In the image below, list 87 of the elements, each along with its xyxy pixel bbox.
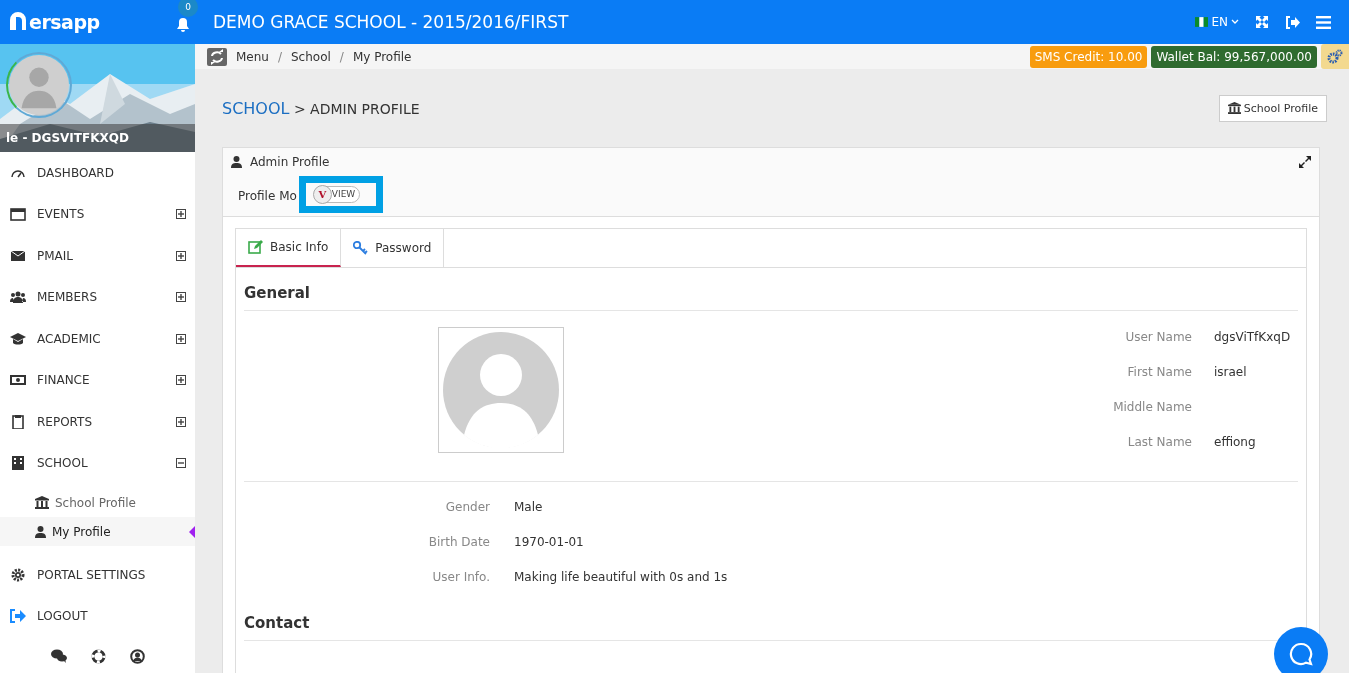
chat-icon[interactable]: [50, 649, 67, 663]
field-label: Middle Name: [1112, 400, 1192, 416]
flag-icon: [1195, 17, 1209, 27]
caret-icon: [1231, 19, 1239, 25]
gear-icon: [9, 567, 27, 582]
nav-item[interactable]: SCHOOL: [0, 442, 195, 484]
mode-label: Profile Mo: [238, 189, 297, 203]
logo-text: ersapp: [29, 11, 100, 33]
user-icon: [35, 525, 46, 538]
balance-badge: Wallet Bal: 99,567,000.00: [1151, 45, 1317, 68]
bank-icon: [35, 496, 49, 509]
balance-badge: SMS Credit: 10.00: [1029, 45, 1148, 68]
field-value: israel: [1214, 365, 1247, 381]
sub-nav-item[interactable]: School Profile: [0, 488, 195, 517]
selection-pointer: [189, 526, 195, 538]
field-label: Gender: [444, 500, 490, 516]
menu-icon[interactable]: [1316, 15, 1331, 29]
nav-item[interactable]: DASHBOARD: [0, 152, 195, 194]
mail-icon: [9, 248, 27, 263]
field-label: User Name: [1124, 330, 1192, 346]
field-value: effiong: [1214, 435, 1256, 451]
nav-item[interactable]: REPORTS: [0, 401, 195, 443]
page-section-link[interactable]: SCHOOL: [222, 98, 290, 118]
field-label: Birth Date: [427, 535, 490, 551]
breadcrumb-link[interactable]: School: [291, 49, 331, 64]
mode-toggle[interactable]: V VIEW: [313, 185, 360, 203]
building-icon: [9, 456, 27, 471]
avatar: [6, 52, 72, 118]
logout-icon[interactable]: [1285, 15, 1300, 29]
user-icon: [231, 156, 242, 168]
notification-badge: 0: [178, 0, 198, 17]
sub-nav-item[interactable]: My Profile: [0, 517, 195, 546]
chat-button[interactable]: [1274, 627, 1328, 673]
field-value: Male: [514, 500, 543, 516]
expand-icon[interactable]: [1299, 156, 1311, 168]
expand-icon[interactable]: [176, 209, 186, 220]
calendar-icon: [9, 207, 27, 222]
expand-icon[interactable]: [176, 250, 186, 261]
field-value: Making life beautiful with 0s and 1s: [514, 570, 728, 586]
nav-item[interactable]: LOGOUT: [0, 595, 195, 637]
language-selector[interactable]: EN: [1195, 15, 1239, 29]
gears-icon: [1327, 49, 1343, 64]
tab[interactable]: Basic Info: [236, 229, 342, 267]
key-icon: [353, 241, 369, 255]
logo-icon: [8, 12, 28, 32]
breadcrumb-link[interactable]: My Profile: [352, 49, 412, 64]
money-icon: [9, 373, 27, 388]
nav-item[interactable]: EVENTS: [0, 193, 195, 235]
clipboard-icon: [9, 414, 27, 429]
bank-icon: [1227, 102, 1241, 114]
settings-button[interactable]: [1321, 44, 1349, 69]
lifebuoy-icon[interactable]: [90, 649, 106, 664]
chat-bubble-icon: [1288, 641, 1314, 667]
field-label: First Name: [1126, 365, 1192, 381]
cap-icon: [9, 331, 27, 346]
section-heading: General: [244, 268, 1298, 311]
field-label: Last Name: [1126, 435, 1192, 451]
breadcrumb-separator: /: [277, 49, 282, 64]
logo[interactable]: ersapp: [0, 11, 168, 33]
breadcrumb-link[interactable]: Menu: [236, 49, 269, 64]
nav-item[interactable]: PMAIL: [0, 235, 195, 277]
school-profile-button[interactable]: School Profile: [1218, 94, 1327, 122]
bell-icon[interactable]: [176, 17, 190, 33]
tab[interactable]: Password: [341, 229, 445, 267]
edit-icon: [248, 240, 263, 254]
collapse-icon[interactable]: [176, 458, 186, 469]
field-value: 1970-01-01: [514, 535, 584, 551]
expand-icon[interactable]: [176, 416, 186, 427]
field-value: dgsViTfKxqD: [1214, 330, 1291, 346]
school-title: DEMO GRACE SCHOOL - 2015/2016/FIRST: [213, 12, 570, 32]
nav-item[interactable]: FINANCE: [0, 359, 195, 401]
refresh-icon[interactable]: [207, 47, 227, 66]
user-name: le - DGSVITFKXQD: [0, 124, 195, 152]
nav-item[interactable]: MEMBERS: [0, 276, 195, 318]
expand-icon[interactable]: [176, 375, 186, 386]
nav-item[interactable]: ACADEMIC: [0, 318, 195, 360]
expand-icon[interactable]: [176, 292, 186, 303]
fullscreen-icon[interactable]: [1255, 15, 1269, 29]
expand-icon[interactable]: [176, 333, 186, 344]
breadcrumb-separator: /: [339, 49, 344, 64]
panel-title: Admin Profile: [250, 155, 330, 169]
page-title: > ADMIN PROFILE: [293, 100, 420, 117]
logout-icon: [9, 609, 27, 624]
field-label: User Info.: [431, 570, 490, 586]
nav-item[interactable]: PORTAL SETTINGS: [0, 554, 195, 596]
user-circle-icon[interactable]: [129, 649, 145, 664]
users-icon: [9, 290, 27, 305]
